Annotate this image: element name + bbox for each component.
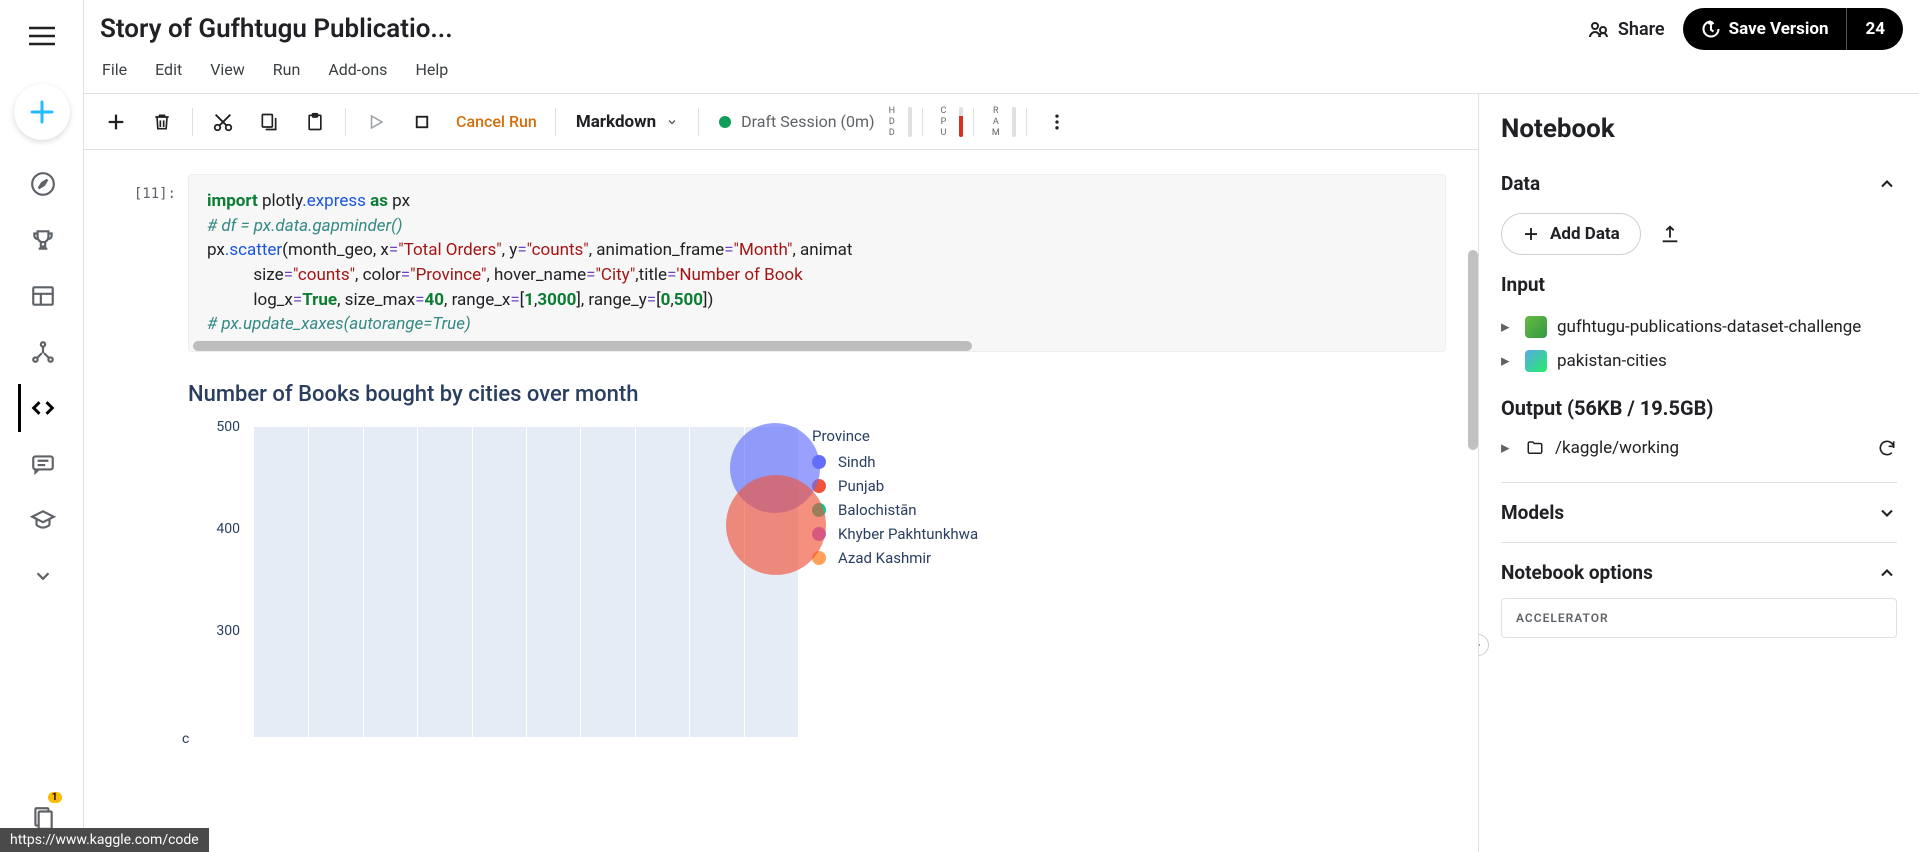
data-section-header[interactable]: Data [1501,172,1897,195]
cell-type-dropdown[interactable]: Markdown [566,112,688,132]
menu-run[interactable]: Run [273,60,301,79]
left-nav-rail: 1 [0,0,84,852]
menu-view[interactable]: View [210,60,245,79]
collapse-panel-button[interactable] [1479,634,1489,656]
menu-file[interactable]: File [102,60,127,79]
legend-item-punjab[interactable]: Punjab [812,477,978,495]
delete-cell-button[interactable] [142,102,182,142]
y-tick-500: 500 [216,419,240,435]
save-version-button[interactable]: Save Version 24 [1683,8,1903,50]
recent-badge: 1 [48,792,62,803]
folder-icon [1525,439,1545,457]
expand-more-icon[interactable] [18,552,66,600]
stop-button[interactable] [402,102,442,142]
upload-button[interactable] [1659,223,1681,245]
output-heading: Output (56KB / 19.5GB) [1501,396,1897,420]
chevron-up-icon [1877,563,1897,583]
create-button[interactable] [14,84,70,140]
share-label: Share [1618,19,1665,40]
discussions-icon[interactable] [18,440,66,488]
y-axis-label: c [182,731,189,747]
compass-icon[interactable] [18,160,66,208]
right-panel: Notebook Data Add Data [1479,94,1919,852]
copy-button[interactable] [249,102,289,142]
dataset-thumb-icon [1525,350,1547,372]
trophy-icon[interactable] [18,216,66,264]
options-section-header[interactable]: Notebook options [1501,561,1897,584]
legend-item-balochistan[interactable]: Balochistān [812,501,978,519]
menu-addons[interactable]: Add-ons [328,60,387,79]
code-horizontal-scrollbar[interactable] [193,341,972,351]
y-tick-400: 400 [216,521,240,537]
status-bar-url: https://www.kaggle.com/code [0,828,209,852]
save-version-label: Save Version [1729,19,1829,39]
session-status[interactable]: Draft Session (0m) [719,112,874,131]
plot-background [254,427,798,737]
dataset-pakistan-cities[interactable]: ▸ pakistan-cities [1501,344,1897,378]
add-cell-button[interactable] [96,102,136,142]
code-icon[interactable] [18,384,66,432]
header: Story of Gufhtugu Publicatio... Share Sa… [84,0,1919,94]
notebook-toolbar: Cancel Run Markdown Draft Session (0m) H… [84,94,1478,150]
input-heading: Input [1501,273,1897,296]
refresh-output-button[interactable] [1877,438,1897,458]
share-button[interactable]: Share [1586,17,1665,41]
menu-edit[interactable]: Edit [155,60,182,79]
accelerator-box[interactable]: ACCELERATOR [1501,598,1897,638]
notebook-body[interactable]: [11]: import plotly.express as px # df =… [84,150,1478,852]
table-icon[interactable] [18,272,66,320]
notebook-title[interactable]: Story of Gufhtugu Publicatio... [100,14,453,44]
more-options-button[interactable] [1037,102,1077,142]
paste-button[interactable] [295,102,335,142]
legend-item-ak[interactable]: Azad Kashmir [812,549,978,567]
ram-meter: RAM [984,106,1016,138]
models-icon[interactable] [18,328,66,376]
run-cell-button[interactable] [356,102,396,142]
dataset-thumb-icon [1525,316,1547,338]
menu-help[interactable]: Help [415,60,448,79]
bubble-punjab[interactable] [726,475,826,575]
hdd-meter: HDD [881,106,912,138]
menu-bar: File Edit View Run Add-ons Help [100,50,1903,93]
code-cell[interactable]: [11]: import plotly.express as px # df =… [116,174,1446,352]
session-active-dot [719,116,731,128]
cell-type-label: Markdown [576,112,656,132]
legend-item-sindh[interactable]: Sindh [812,453,978,471]
legend-title: Province [812,427,978,445]
save-version-count[interactable]: 24 [1846,8,1903,50]
models-section-header[interactable]: Models [1501,501,1897,524]
hamburger-menu[interactable] [22,16,62,56]
session-label: Draft Session (0m) [741,112,874,131]
legend-item-kp[interactable]: Khyber Pakhtunkhwa [812,525,978,543]
learn-icon[interactable] [18,496,66,544]
chart-plot-area[interactable]: 500 400 300 c [188,427,798,737]
panel-title: Notebook [1501,114,1897,144]
chart-legend: Province Sindh Punjab Balochistān Khyber… [812,427,978,737]
chevron-down-icon [1877,503,1897,523]
scrollbar-thumb[interactable] [1468,250,1478,450]
accelerator-label: ACCELERATOR [1516,611,1882,625]
dataset-gufhtugu[interactable]: ▸ gufhtugu-publications-dataset-challeng… [1501,310,1897,344]
output-working-dir[interactable]: ▸ /kaggle/working [1501,432,1897,464]
cancel-run-button[interactable]: Cancel Run [448,112,545,131]
chart-title: Number of Books bought by cities over mo… [188,382,1446,407]
cpu-meter: CPU [933,106,963,138]
chevron-up-icon [1877,174,1897,194]
chart-output: Number of Books bought by cities over mo… [188,382,1446,737]
cell-prompt: [11]: [116,174,176,352]
y-tick-300: 300 [216,623,240,639]
code-editor[interactable]: import plotly.express as px # df = px.da… [188,174,1446,352]
add-data-button[interactable]: Add Data [1501,213,1641,255]
cut-button[interactable] [203,102,243,142]
